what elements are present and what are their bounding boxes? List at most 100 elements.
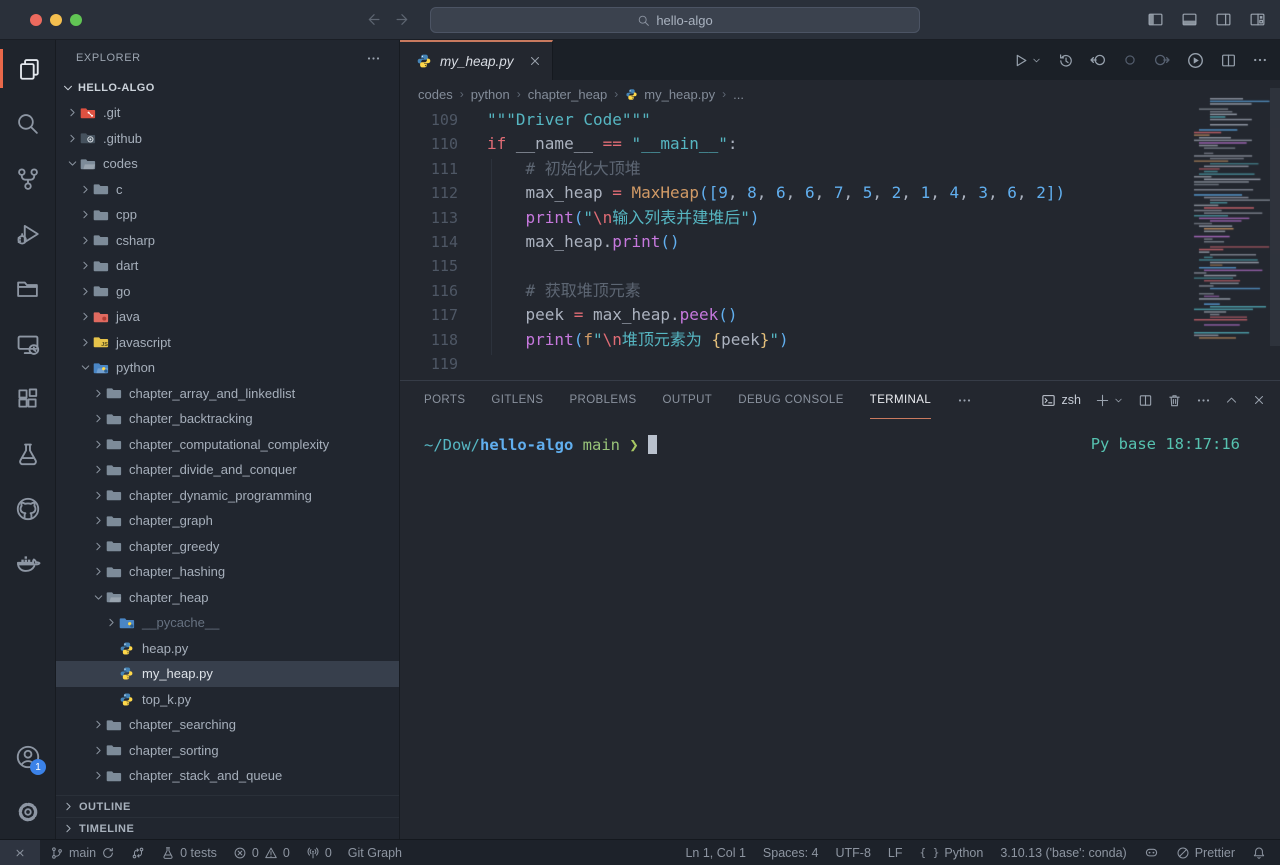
customize-layout-icon[interactable] xyxy=(1249,11,1266,28)
code-editor[interactable]: 109"""Driver Code"""110if __name__ == "_… xyxy=(400,108,1280,380)
editor-more-actions-icon[interactable] xyxy=(1252,52,1268,68)
status-feedback[interactable]: 0 xyxy=(298,840,340,865)
nav-back-icon[interactable] xyxy=(364,11,381,28)
panel-tab-terminal[interactable]: TERMINAL xyxy=(870,381,931,419)
panel-tab-gitlens[interactable]: GITLENS xyxy=(491,381,543,419)
run-dropdown-icon[interactable] xyxy=(1031,55,1042,66)
close-tab-icon[interactable] xyxy=(528,54,542,68)
terminal[interactable]: ~/Dow/hello-algo main ❯ Py base 18:17:16 xyxy=(400,419,1280,454)
toggle-sidebar-icon[interactable] xyxy=(1147,11,1164,28)
tree-item-chapter_backtracking[interactable]: chapter_backtracking xyxy=(56,406,399,432)
tree-item-heap.py[interactable]: heap.py xyxy=(56,636,399,662)
breadcrumb-symbol[interactable]: ... xyxy=(733,87,744,102)
minimize-window-button[interactable] xyxy=(50,14,62,26)
tree-item-chapter_array_and_linkedlist[interactable]: chapter_array_and_linkedlist xyxy=(56,381,399,407)
panel-tabs-more-icon[interactable] xyxy=(957,393,972,408)
tree-item-top_k.py[interactable]: top_k.py xyxy=(56,687,399,713)
tree-item-cpp[interactable]: cpp xyxy=(56,202,399,228)
activity-source-control[interactable] xyxy=(0,151,55,206)
nav-forward-icon[interactable] xyxy=(395,11,412,28)
tree-item-__pycache__[interactable]: __pycache__ xyxy=(56,610,399,636)
tree-item-chapter_divide_and_conquer[interactable]: chapter_divide_and_conquer xyxy=(56,457,399,483)
timeline-history-icon[interactable] xyxy=(1057,52,1074,69)
close-panel-icon[interactable] xyxy=(1252,393,1266,407)
tree-item-.github[interactable]: .github xyxy=(56,126,399,152)
status-prettier[interactable]: Prettier xyxy=(1176,840,1235,865)
split-terminal-icon[interactable] xyxy=(1138,393,1153,408)
breadcrumb-item[interactable]: chapter_heap xyxy=(528,87,608,102)
tree-item-dart[interactable]: dart xyxy=(56,253,399,279)
status-git-branch[interactable]: main xyxy=(42,840,123,865)
activity-run-debug[interactable] xyxy=(0,206,55,261)
command-center-search[interactable]: hello-algo xyxy=(430,7,920,33)
status-notifications[interactable] xyxy=(1252,840,1266,865)
project-root-row[interactable]: HELLO-ALGO xyxy=(56,76,399,100)
new-terminal-icon[interactable] xyxy=(1095,393,1110,408)
maximize-window-button[interactable] xyxy=(70,14,82,26)
tree-item-java[interactable]: java xyxy=(56,304,399,330)
run-python-file-button[interactable] xyxy=(1012,52,1029,69)
activity-folder-library[interactable] xyxy=(0,261,55,316)
panel-tab-ports[interactable]: PORTS xyxy=(424,381,465,419)
activity-testing[interactable] xyxy=(0,426,55,481)
section-outline[interactable]: OUTLINE xyxy=(56,795,399,817)
status-git-graph[interactable]: Git Graph xyxy=(340,840,410,865)
activity-explorer[interactable] xyxy=(0,41,55,96)
activity-extensions[interactable] xyxy=(0,371,55,426)
tree-item-chapter_hashing[interactable]: chapter_hashing xyxy=(56,559,399,585)
status-copilot[interactable] xyxy=(1144,840,1159,865)
activity-search[interactable] xyxy=(0,96,55,151)
activity-remote-explorer[interactable] xyxy=(0,316,55,371)
editor-scrollbar[interactable] xyxy=(1270,88,1280,346)
tree-item-codes[interactable]: codes xyxy=(56,151,399,177)
tree-item-chapter_dynamic_programming[interactable]: chapter_dynamic_programming xyxy=(56,483,399,509)
status-tests[interactable]: 0 tests xyxy=(153,840,225,865)
tree-item-javascript[interactable]: JSjavascript xyxy=(56,330,399,356)
status-problems[interactable]: 00 xyxy=(225,840,298,865)
section-timeline[interactable]: TIMELINE xyxy=(56,817,399,839)
breadcrumb-item[interactable]: codes xyxy=(418,87,453,102)
activity-accounts[interactable]: 1 xyxy=(0,729,55,784)
split-editor-icon[interactable] xyxy=(1220,52,1237,69)
tree-item-c[interactable]: c xyxy=(56,177,399,203)
panel-tab-output[interactable]: OUTPUT xyxy=(663,381,713,419)
panel-more-actions-icon[interactable] xyxy=(1196,393,1211,408)
terminal-dropdown-icon[interactable] xyxy=(1113,395,1124,406)
breadcrumb-item[interactable]: python xyxy=(471,87,510,102)
status-python-interpreter[interactable]: 3.10.13 ('base': conda) xyxy=(1000,840,1126,865)
activity-docker[interactable] xyxy=(0,536,55,591)
tree-item-chapter_computational_complexity[interactable]: chapter_computational_complexity xyxy=(56,432,399,458)
maximize-panel-icon[interactable] xyxy=(1225,394,1238,407)
activity-settings[interactable] xyxy=(0,784,55,839)
run-code-icon[interactable] xyxy=(1186,51,1205,70)
kill-terminal-icon[interactable] xyxy=(1167,393,1182,408)
tree-item-.git[interactable]: .git xyxy=(56,100,399,126)
tree-item-chapter_searching[interactable]: chapter_searching xyxy=(56,712,399,738)
activity-github[interactable] xyxy=(0,481,55,536)
close-window-button[interactable] xyxy=(30,14,42,26)
status-eol[interactable]: LF xyxy=(888,840,903,865)
tree-item-csharp[interactable]: csharp xyxy=(56,228,399,254)
tree-item-python[interactable]: python xyxy=(56,355,399,381)
tab-my-heap[interactable]: my_heap.py xyxy=(400,40,553,80)
minimap[interactable] xyxy=(1192,96,1270,346)
status-indentation[interactable]: Spaces: 4 xyxy=(763,840,819,865)
explorer-more-actions-icon[interactable] xyxy=(366,51,381,66)
toggle-panel-icon[interactable] xyxy=(1181,11,1198,28)
tree-item-chapter_sorting[interactable]: chapter_sorting xyxy=(56,738,399,764)
tree-item-chapter_graph[interactable]: chapter_graph xyxy=(56,508,399,534)
panel-tab-problems[interactable]: PROBLEMS xyxy=(569,381,636,419)
toggle-secondary-sidebar-icon[interactable] xyxy=(1215,11,1232,28)
tree-item-chapter_greedy[interactable]: chapter_greedy xyxy=(56,534,399,560)
status-cursor-position[interactable]: Ln 1, Col 1 xyxy=(685,840,745,865)
history-back-icon[interactable] xyxy=(1089,51,1107,69)
terminal-shell-selector[interactable]: zsh xyxy=(1041,393,1081,408)
status-encoding[interactable]: UTF-8 xyxy=(836,840,871,865)
status-remote-indicator[interactable] xyxy=(0,840,40,865)
status-language-mode[interactable]: { }Python xyxy=(920,840,984,865)
panel-tab-debug-console[interactable]: DEBUG CONSOLE xyxy=(738,381,844,419)
breadcrumb-file[interactable]: my_heap.py xyxy=(625,87,715,102)
tree-item-my_heap.py[interactable]: my_heap.py xyxy=(56,661,399,687)
status-git-compare[interactable] xyxy=(123,840,153,865)
tree-item-chapter_stack_and_queue[interactable]: chapter_stack_and_queue xyxy=(56,763,399,789)
